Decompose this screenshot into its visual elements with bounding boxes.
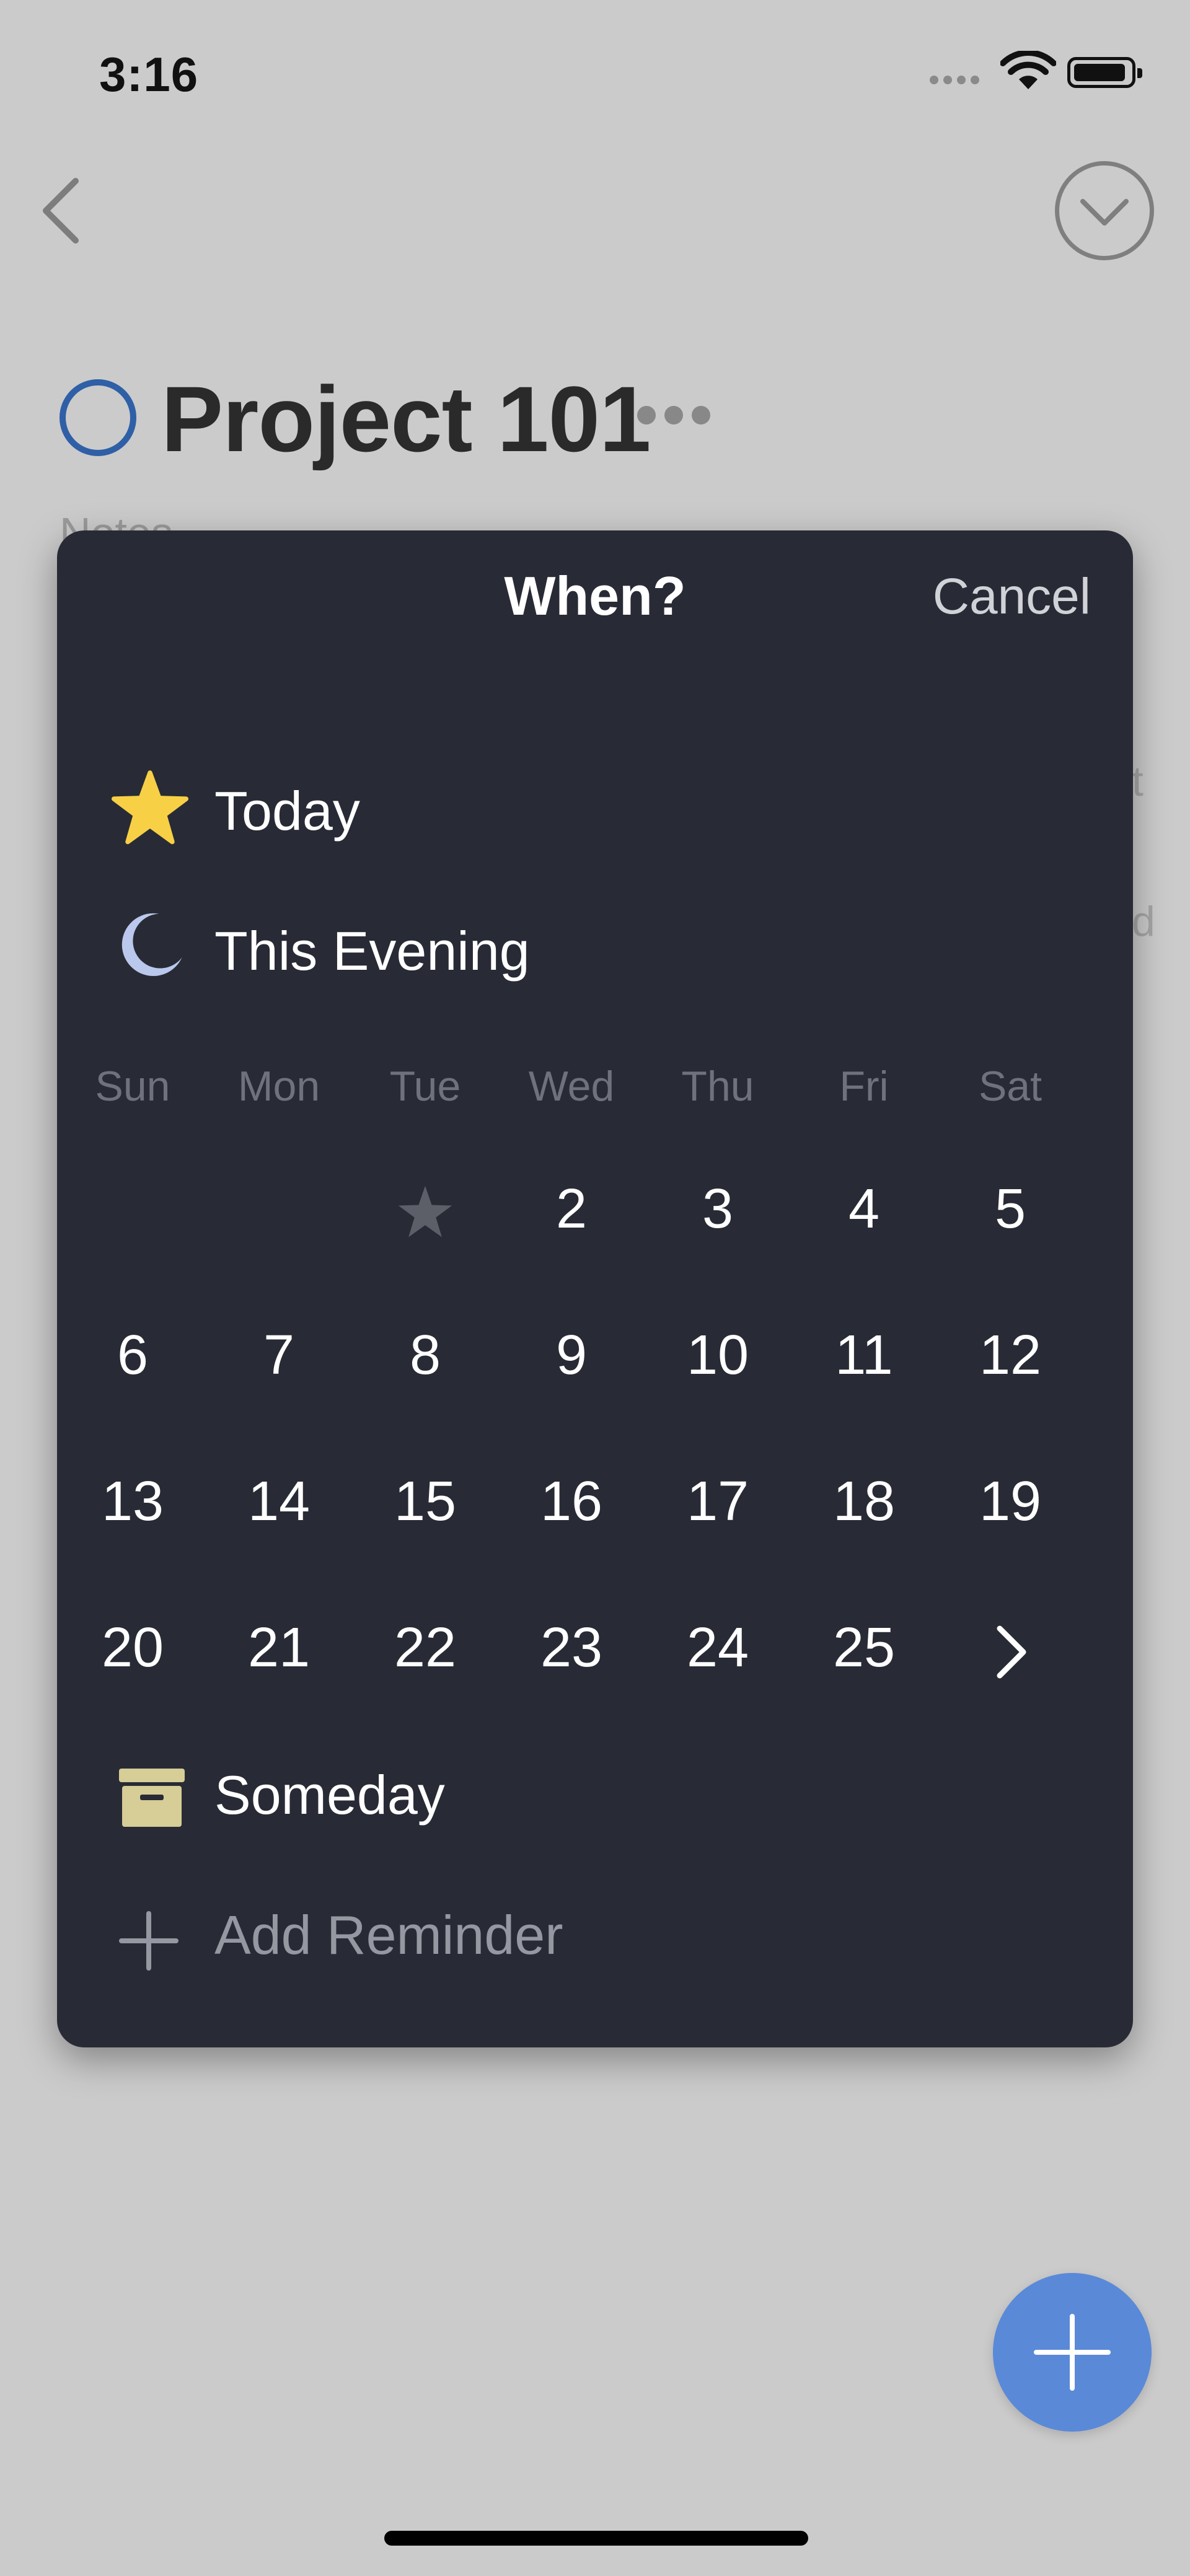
plus-icon	[1034, 2314, 1111, 2391]
calendar-day-empty	[206, 1177, 352, 1255]
background-text: d	[1132, 898, 1155, 945]
calendar-day[interactable]: 21	[206, 1616, 352, 1697]
calendar-day[interactable]: 4	[791, 1177, 937, 1255]
calendar-day[interactable]: 19	[937, 1470, 1083, 1534]
calendar-day-empty	[60, 1177, 206, 1255]
calendar-day[interactable]: 7	[206, 1324, 352, 1387]
wifi-icon	[1000, 51, 1056, 89]
next-month-button[interactable]	[937, 1616, 1083, 1697]
weekday-header: Tue	[389, 1063, 461, 1110]
calendar-day[interactable]: 11	[791, 1324, 937, 1387]
weekday-header: Thu	[681, 1063, 754, 1110]
home-indicator[interactable]	[384, 2531, 808, 2546]
background-text: t	[1132, 758, 1144, 805]
calendar-week-row: 13 14 15 16 17 18 19	[60, 1470, 1083, 1534]
today-star-icon	[398, 1185, 452, 1237]
weekday-header: Mon	[237, 1063, 320, 1110]
calendar-day[interactable]: 14	[206, 1470, 352, 1534]
when-date-picker-modal: When? Cancel Today This Evening Sun Mon …	[57, 530, 1133, 2047]
calendar-day[interactable]: 9	[498, 1324, 645, 1387]
calendar-day[interactable]: 3	[645, 1177, 791, 1255]
calendar-day[interactable]: 10	[645, 1324, 791, 1387]
add-reminder-button[interactable]: Add Reminder	[214, 1904, 563, 1967]
calendar-day[interactable]: 6	[60, 1324, 206, 1387]
today-option[interactable]: Today	[214, 780, 360, 843]
calendar-day[interactable]: 5	[937, 1177, 1083, 1255]
weekday-header: Sat	[978, 1063, 1042, 1110]
calendar-day[interactable]: 17	[645, 1470, 791, 1534]
calendar-day[interactable]: 22	[352, 1616, 498, 1697]
calendar-day[interactable]: 16	[498, 1470, 645, 1534]
menu-chevron-down-icon[interactable]	[1055, 161, 1154, 260]
calendar-day[interactable]: 25	[791, 1616, 937, 1697]
battery-icon	[1067, 57, 1142, 88]
calendar-day-today[interactable]	[352, 1177, 498, 1255]
weekday-header: Wed	[528, 1063, 615, 1110]
archive-box-icon	[119, 1769, 185, 1827]
project-completion-checkbox[interactable]	[60, 379, 136, 456]
back-chevron-icon[interactable]	[37, 174, 87, 248]
plus-icon	[119, 1911, 178, 1971]
cancel-button[interactable]: Cancel	[933, 568, 1091, 626]
cellular-signal-icon	[930, 76, 984, 87]
calendar-day[interactable]: 13	[60, 1470, 206, 1534]
calendar-day[interactable]: 12	[937, 1324, 1083, 1387]
someday-option[interactable]: Someday	[214, 1764, 445, 1827]
calendar-day[interactable]: 2	[498, 1177, 645, 1255]
calendar-day[interactable]: 15	[352, 1470, 498, 1534]
more-options-icon[interactable]	[637, 406, 719, 428]
calendar-week-row: 20 21 22 23 24 25	[60, 1616, 1083, 1697]
this-evening-option[interactable]: This Evening	[214, 920, 530, 983]
calendar-day[interactable]: 24	[645, 1616, 791, 1697]
weekday-header: Fri	[839, 1063, 889, 1110]
add-item-fab[interactable]	[993, 2273, 1152, 2432]
calendar-week-row: 2 3 4 5	[60, 1177, 1083, 1255]
calendar-week-row: 6 7 8 9 10 11 12	[60, 1324, 1083, 1387]
moon-icon	[121, 913, 182, 977]
calendar-day[interactable]: 20	[60, 1616, 206, 1697]
calendar-day[interactable]: 18	[791, 1470, 937, 1534]
chevron-right-icon	[997, 1625, 1026, 1679]
weekday-header: Sun	[95, 1063, 170, 1110]
weekday-header-row: Sun Mon Tue Wed Thu Fri Sat	[60, 1062, 1083, 1110]
project-title[interactable]: Project 101	[161, 366, 651, 473]
calendar-day[interactable]: 8	[352, 1324, 498, 1387]
star-icon	[112, 770, 188, 845]
status-time: 3:16	[99, 47, 199, 102]
calendar-day[interactable]: 23	[498, 1616, 645, 1697]
